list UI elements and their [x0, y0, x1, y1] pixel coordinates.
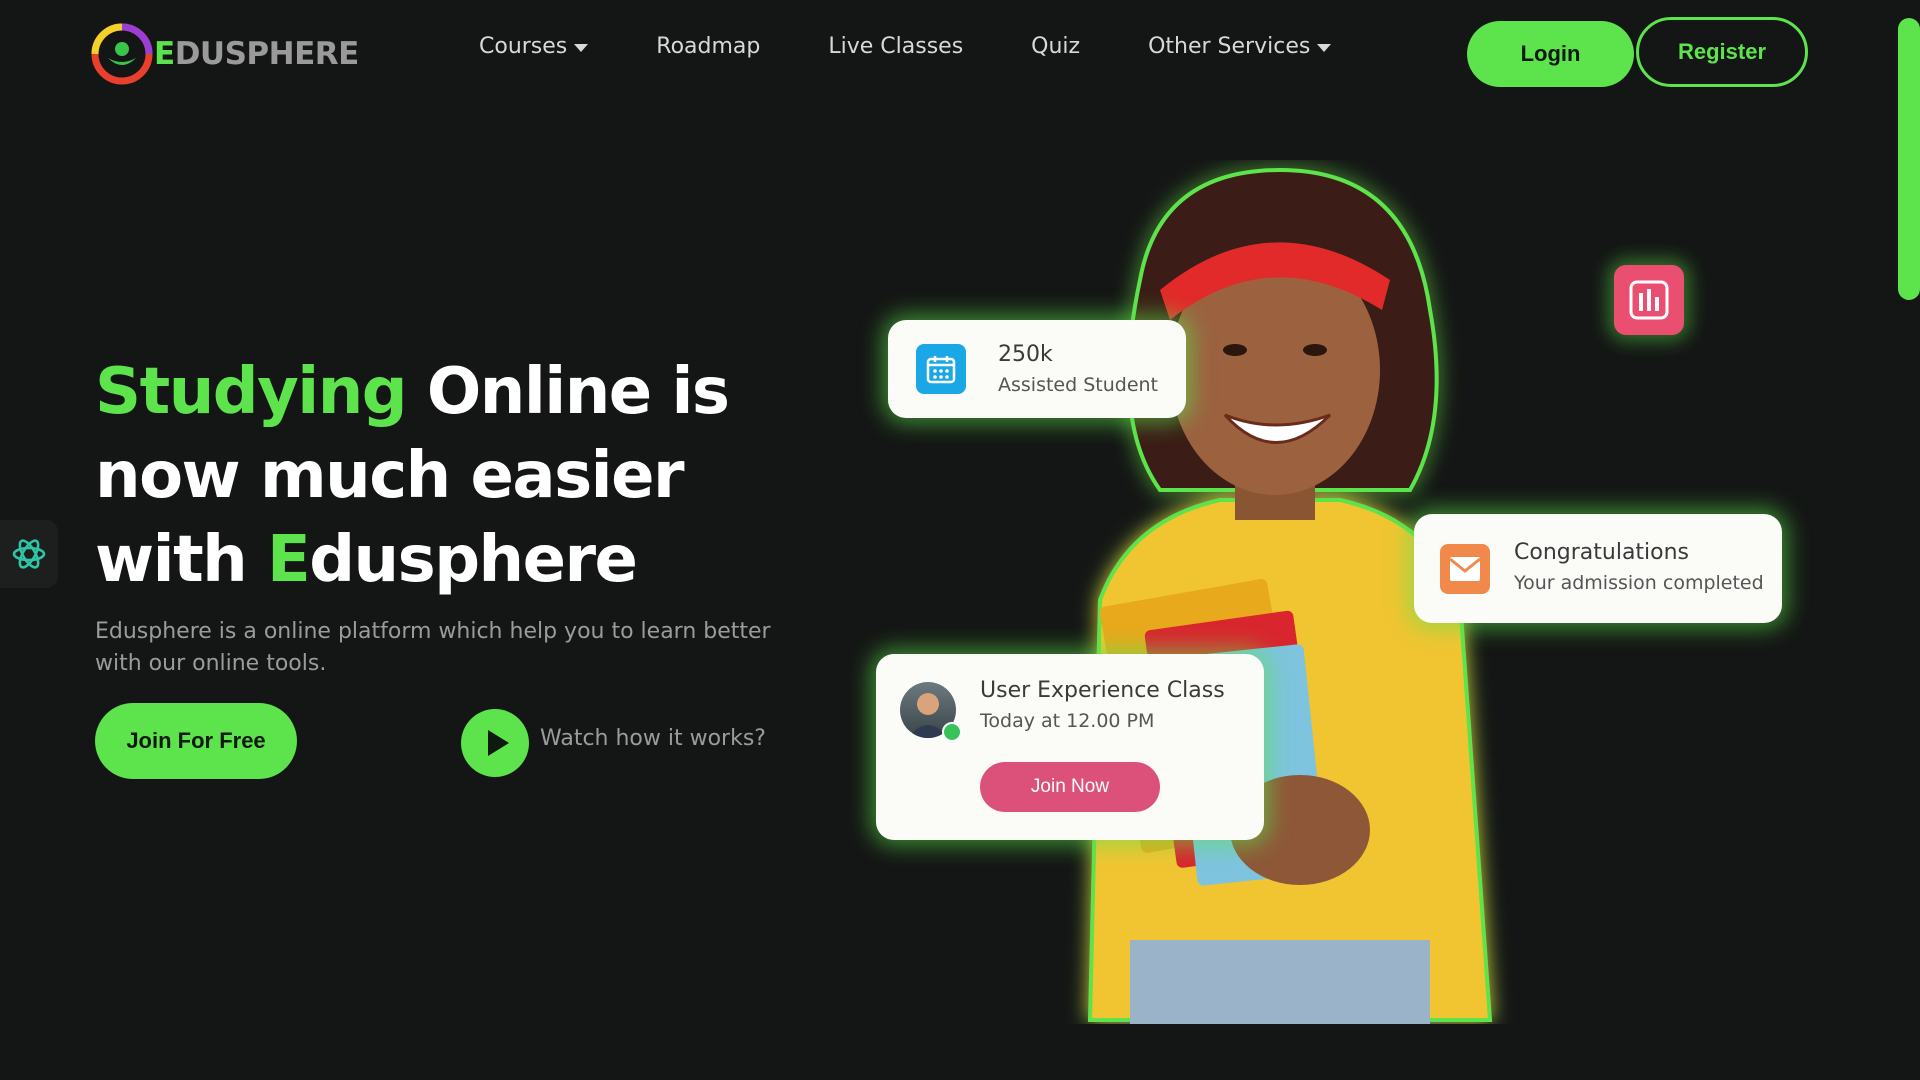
congrats-title: Congratulations	[1514, 540, 1690, 565]
mail-icon	[1440, 544, 1490, 594]
nav-live-classes[interactable]: Live Classes	[828, 34, 963, 59]
nav-other-services[interactable]: Other Services	[1148, 34, 1332, 59]
caret-down-icon	[574, 43, 589, 52]
main-nav: Courses Roadmap Live Classes Quiz Other …	[479, 34, 1332, 59]
admission-card: Congratulations Your admission completed	[1414, 514, 1782, 623]
students-card: 250k Assisted Student	[888, 320, 1186, 418]
hero-headline: Studying Online is now much easier with …	[95, 355, 730, 597]
assistant-widget[interactable]	[0, 520, 58, 588]
hero-subtitle: Edusphere is a online platform which hel…	[95, 619, 771, 676]
brand-logo[interactable]: EDUSPHERE	[90, 22, 359, 86]
login-button[interactable]: Login	[1467, 21, 1634, 87]
logo-icon	[90, 22, 154, 86]
scrollbar-thumb[interactable]	[1898, 18, 1920, 300]
openai-icon	[12, 539, 46, 569]
calendar-icon	[916, 344, 966, 394]
online-status-dot	[942, 722, 962, 742]
chart-icon	[1629, 280, 1669, 320]
play-icon	[487, 730, 509, 756]
brand-name: EDUSPHERE	[154, 36, 359, 72]
nav-courses[interactable]: Courses	[479, 34, 589, 59]
join-for-free-button[interactable]: Join For Free	[95, 703, 297, 779]
register-button[interactable]: Register	[1636, 17, 1808, 87]
students-count: 250k	[998, 342, 1053, 367]
caret-down-icon	[1317, 43, 1332, 52]
class-title: User Experience Class	[980, 678, 1225, 703]
chart-badge	[1614, 265, 1684, 335]
class-time: Today at 12.00 PM	[980, 710, 1155, 732]
join-now-button[interactable]: Join Now	[980, 762, 1160, 812]
play-button[interactable]	[461, 709, 529, 777]
nav-quiz[interactable]: Quiz	[1031, 34, 1080, 59]
congrats-subtitle: Your admission completed	[1514, 572, 1764, 594]
watch-link[interactable]: Watch how it works?	[540, 726, 766, 751]
class-card: User Experience Class Today at 12.00 PM …	[876, 654, 1264, 840]
nav-roadmap[interactable]: Roadmap	[656, 34, 760, 59]
students-label: Assisted Student	[998, 374, 1159, 396]
